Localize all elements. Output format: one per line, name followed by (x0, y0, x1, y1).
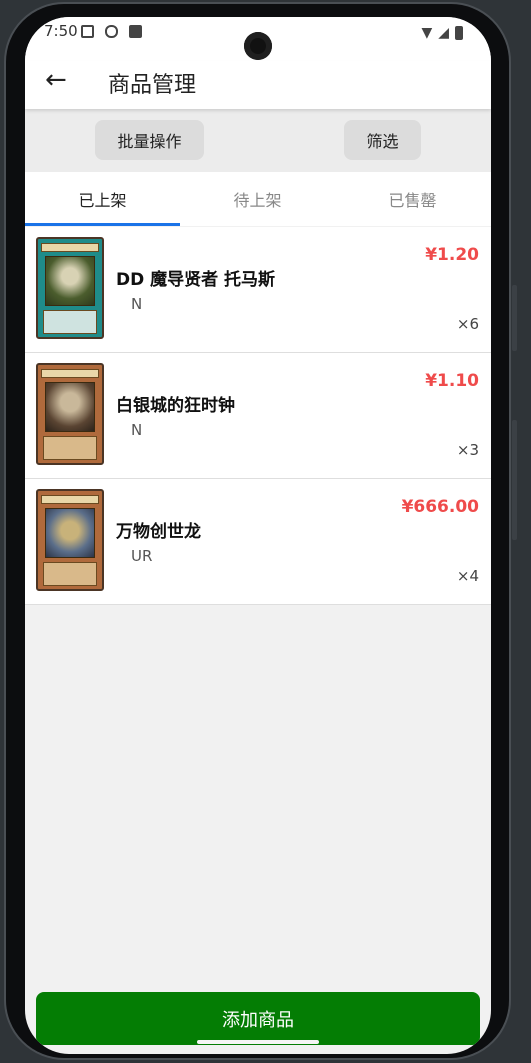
tab-pending[interactable]: 待上架 (180, 172, 335, 226)
front-camera (244, 32, 272, 60)
signal-icon: ◢ (438, 25, 449, 41)
product-name: 白银城的狂时钟 (116, 396, 235, 416)
add-product-button[interactable]: 添加商品 (36, 992, 480, 1045)
product-row[interactable]: 万物创世龙 UR ¥666.00 ×4 (25, 479, 491, 605)
status-time: 7:50 (44, 22, 78, 40)
shield-icon (105, 25, 118, 38)
wifi-icon: ▼ (421, 25, 433, 41)
system-icons: ▼ ◢ (421, 25, 463, 41)
volume-button (512, 420, 517, 540)
home-indicator[interactable] (197, 1040, 319, 1044)
product-price: ¥1.10 (425, 371, 479, 391)
product-rarity: N (131, 295, 143, 313)
card-thumbnail (36, 489, 104, 591)
active-tab-indicator (25, 223, 180, 226)
product-name: DD 魔导贤者 托马斯 (116, 270, 276, 290)
product-rarity: N (131, 421, 143, 439)
product-quantity: ×3 (456, 441, 479, 459)
product-price: ¥666.00 (401, 497, 479, 517)
power-button (512, 285, 517, 351)
product-price: ¥1.20 (425, 245, 479, 265)
product-name: 万物创世龙 (116, 522, 201, 542)
status-bar: 7:50 ▼ ◢ (25, 17, 491, 61)
card-thumbnail (36, 363, 104, 465)
product-quantity: ×4 (456, 567, 479, 585)
battery-icon (455, 26, 463, 40)
app-bar: ← 商品管理 (25, 61, 491, 109)
batch-operation-button[interactable]: 批量操作 (95, 120, 204, 160)
tab-sold-out[interactable]: 已售罄 (335, 172, 490, 226)
product-row[interactable]: DD 魔导贤者 托马斯 N ¥1.20 ×6 (25, 227, 491, 353)
product-quantity: ×6 (456, 315, 479, 333)
app-screen: 7:50 ▼ ◢ ← 商品管理 批量操作 筛选 已上架 待上架 已售罄 DD 魔 (25, 17, 491, 1054)
sd-card-icon (129, 25, 142, 38)
card-thumbnail (36, 237, 104, 339)
status-tabs: 已上架 待上架 已售罄 (25, 172, 491, 226)
filter-button[interactable]: 筛选 (344, 120, 421, 160)
back-arrow-icon[interactable]: ← (45, 65, 67, 95)
tab-listed[interactable]: 已上架 (25, 172, 180, 226)
page-title: 商品管理 (108, 73, 197, 98)
product-rarity: UR (131, 547, 153, 565)
product-row[interactable]: 白银城的狂时钟 N ¥1.10 ×3 (25, 353, 491, 479)
action-toolbar: 批量操作 筛选 (25, 109, 491, 172)
product-list: DD 魔导贤者 托马斯 N ¥1.20 ×6 白银城的狂时钟 N ¥1.10 ×… (25, 227, 491, 605)
screenshot-icon (81, 25, 94, 38)
